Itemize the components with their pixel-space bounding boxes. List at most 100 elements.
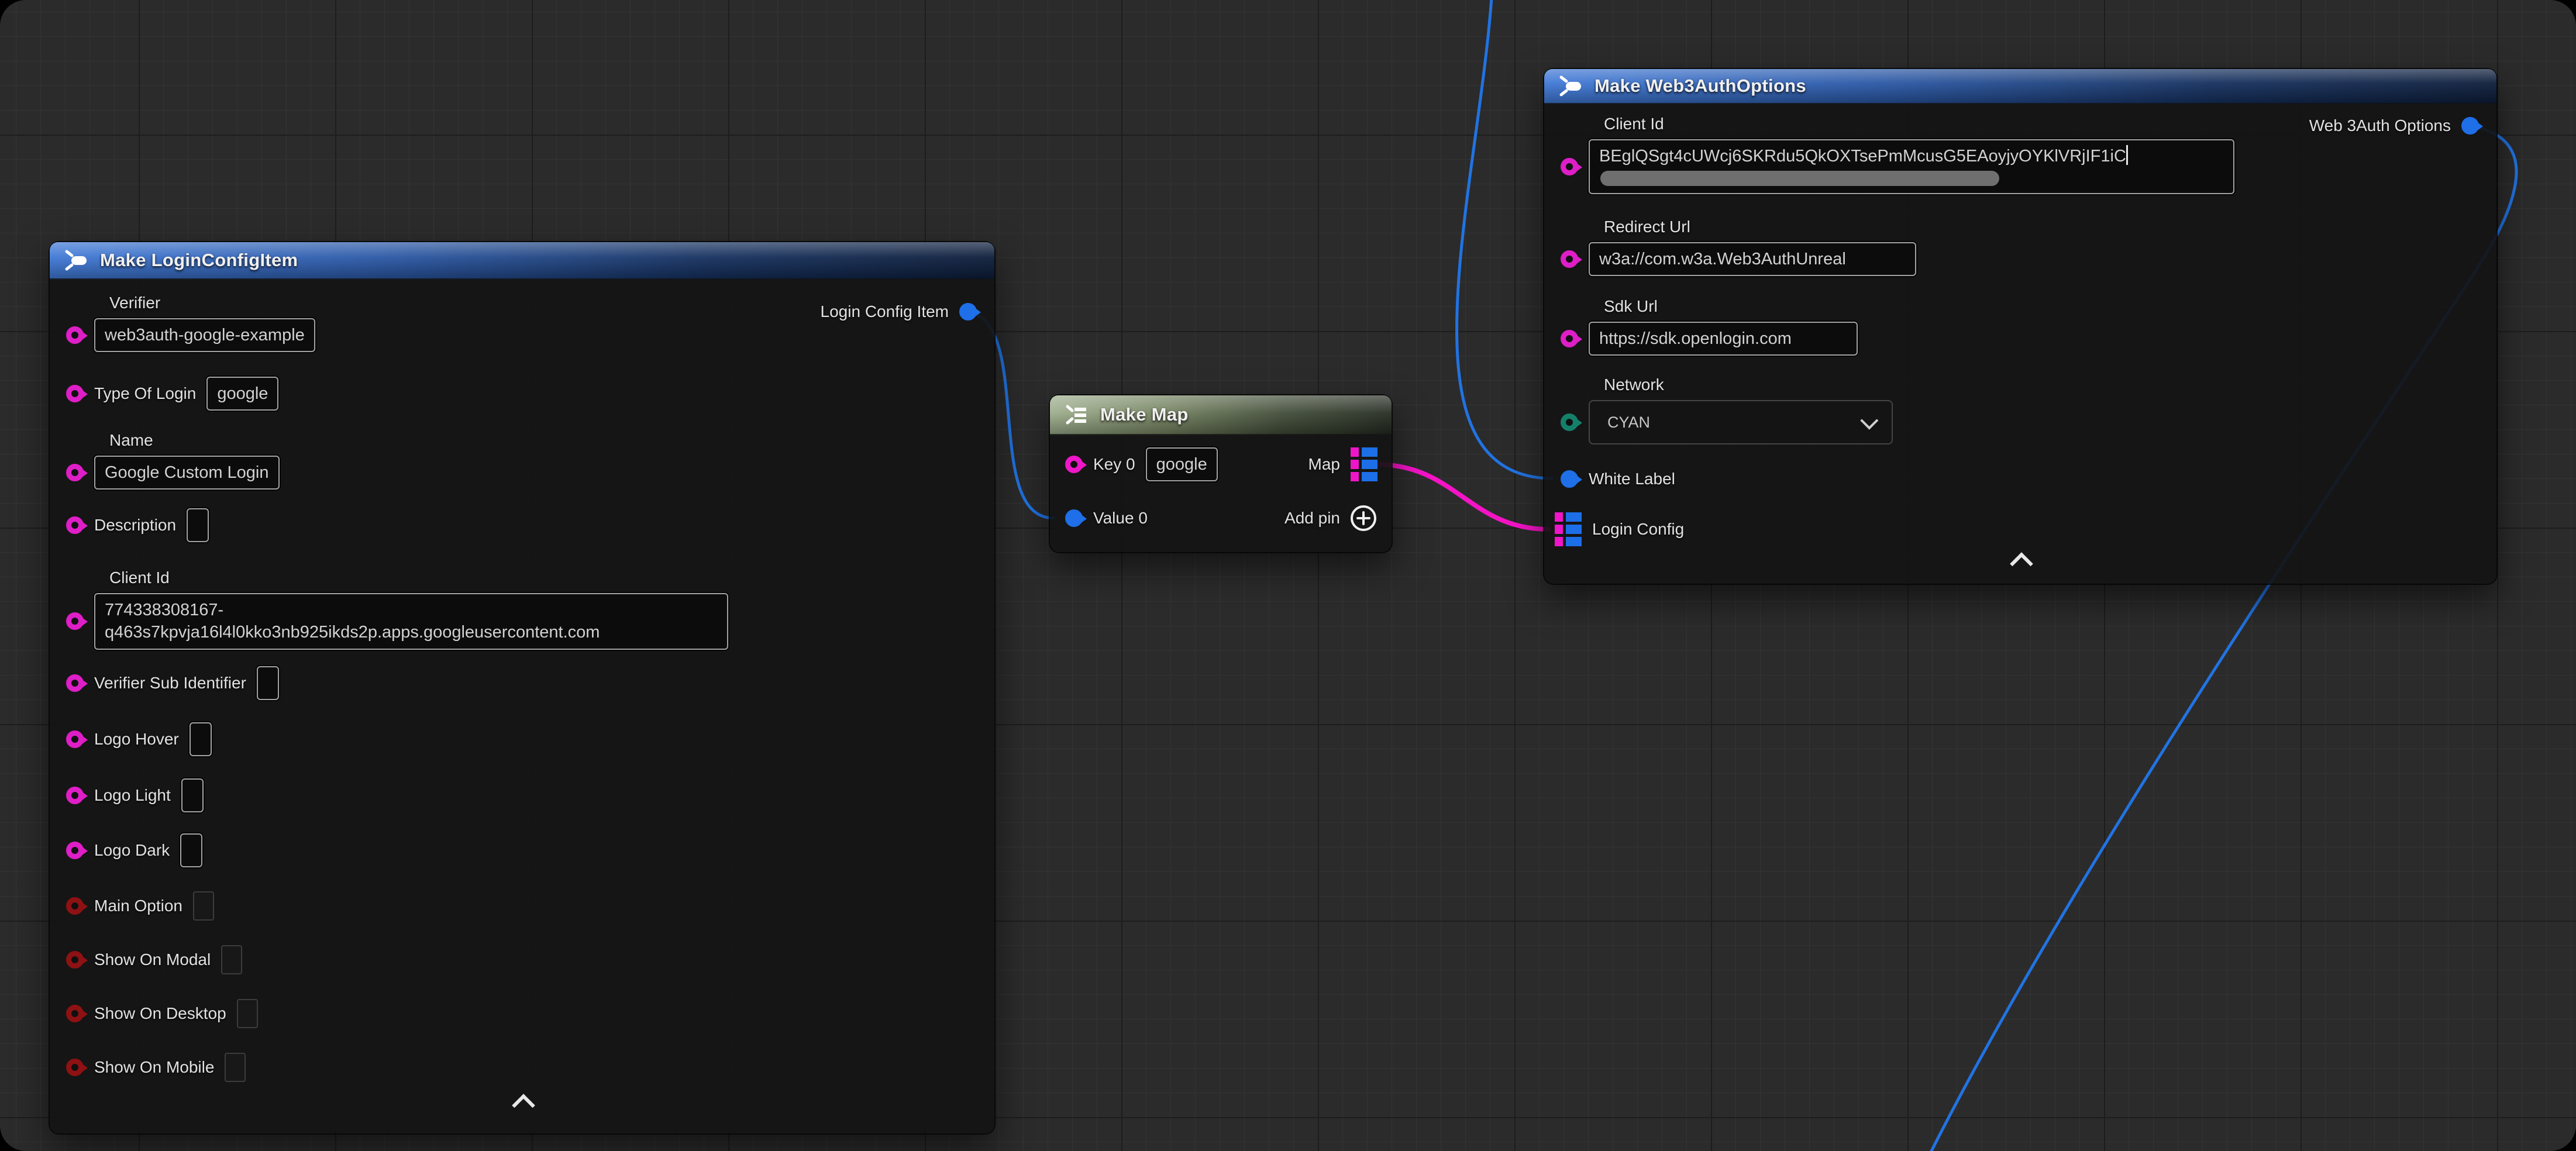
field-horizontal-scrollbar[interactable] xyxy=(1600,171,1999,186)
client-id-input[interactable]: 774338308167- q463s7kpvja16l4l0kko3nb925… xyxy=(94,593,728,650)
pin-label: Login Config xyxy=(1592,520,1684,539)
screenshot-stage: Make LoginConfigItem Login Config Item V… xyxy=(0,0,2576,1151)
client-id-line1: 774338308167- xyxy=(105,601,223,619)
pin-row-type-of-login: Type Of Login google xyxy=(66,377,278,411)
node-make-loginconfigitem[interactable]: Make LoginConfigItem Login Config Item V… xyxy=(50,242,994,1133)
struct-output-pin[interactable] xyxy=(959,303,977,321)
client-id-input[interactable]: BEglQSgt4cUWcj6SKRdu5QkOXTsePmMcusG5EAoy… xyxy=(1589,139,2234,194)
sdk-url-input[interactable]: https://sdk.openlogin.com xyxy=(1589,322,1858,356)
string-input-pin[interactable] xyxy=(66,730,84,748)
description-input[interactable] xyxy=(187,508,209,542)
map-output-pin[interactable] xyxy=(1351,447,1377,481)
string-input-pin[interactable] xyxy=(66,464,84,481)
logo-dark-input[interactable] xyxy=(180,833,202,867)
map-input-pin[interactable] xyxy=(1555,512,1582,546)
make-map-icon xyxy=(1063,401,1090,428)
string-input-pin[interactable] xyxy=(66,385,84,402)
pin-row-sdk-url: Sdk Url https://sdk.openlogin.com xyxy=(1561,297,1858,356)
pin-label: Web 3Auth Options xyxy=(2309,116,2451,135)
pin-row-show-on-mobile: Show On Mobile xyxy=(66,1052,246,1083)
wire-offscreen-to-white-label[interactable] xyxy=(1457,0,1552,478)
enum-input-pin[interactable] xyxy=(1561,413,1578,431)
struct-input-pin[interactable] xyxy=(1065,509,1083,527)
verifier-input[interactable]: web3auth-google-example xyxy=(94,318,315,352)
pin-label: Key 0 xyxy=(1093,455,1135,474)
add-pin-button[interactable]: Add pin xyxy=(1284,501,1377,535)
pin-label: Network xyxy=(1604,375,1893,394)
blueprint-graph-canvas[interactable]: Make LoginConfigItem Login Config Item V… xyxy=(0,0,2576,1151)
pin-row-verifier: Verifier web3auth-google-example xyxy=(66,294,315,352)
string-input-pin[interactable] xyxy=(1561,250,1578,268)
pin-row-main-option: Main Option xyxy=(66,891,214,921)
client-id-text: BEglQSgt4cUWcj6SKRdu5QkOXTsePmMcusG5EAoy… xyxy=(1599,147,2126,166)
pin-label: White Label xyxy=(1589,470,1675,488)
collapse-node-chevron-icon[interactable] xyxy=(512,1094,535,1117)
string-input-pin[interactable] xyxy=(66,674,84,692)
pin-label: Type Of Login xyxy=(94,384,196,403)
pin-row-show-on-modal: Show On Modal xyxy=(66,945,242,975)
add-pin-plus-icon xyxy=(1349,504,1377,532)
pin-label: Login Config Item xyxy=(821,302,949,321)
string-input-pin[interactable] xyxy=(66,787,84,804)
show-on-mobile-checkbox[interactable] xyxy=(225,1053,246,1082)
name-input[interactable]: Google Custom Login xyxy=(94,456,280,490)
pin-label: Redirect Url xyxy=(1604,218,1916,236)
pin-row-white-label: White Label xyxy=(1561,464,1675,494)
pin-row-network: Network CYAN xyxy=(1561,375,1893,444)
key0-input[interactable]: google xyxy=(1146,447,1218,481)
pin-row-client-id: Client Id 774338308167- q463s7kpvja16l4l… xyxy=(66,568,728,650)
collapse-node-chevron-icon[interactable] xyxy=(2010,552,2033,576)
type-of-login-input[interactable]: google xyxy=(206,377,278,411)
show-on-desktop-checkbox[interactable] xyxy=(237,999,258,1028)
redirect-url-input[interactable]: w3a://com.w3a.Web3AuthUnreal xyxy=(1589,242,1916,276)
string-input-pin[interactable] xyxy=(1561,330,1578,347)
logo-light-input[interactable] xyxy=(181,778,204,812)
make-struct-icon xyxy=(63,247,89,274)
verifier-sub-identifier-input[interactable] xyxy=(257,666,279,700)
bool-input-pin[interactable] xyxy=(66,1059,84,1076)
node-header[interactable]: Make LoginConfigItem xyxy=(50,242,994,280)
string-input-pin[interactable] xyxy=(66,516,84,534)
pin-label: Logo Dark xyxy=(94,841,170,860)
string-input-pin[interactable] xyxy=(1065,456,1083,473)
pin-row-logo-hover: Logo Hover xyxy=(66,722,212,756)
chevron-down-icon xyxy=(1860,412,1878,430)
pin-row-show-on-desktop: Show On Desktop xyxy=(66,998,258,1029)
pin-label: Logo Light xyxy=(94,786,171,805)
node-header[interactable]: Make Map xyxy=(1050,395,1392,435)
show-on-modal-checkbox[interactable] xyxy=(221,945,242,974)
string-input-pin[interactable] xyxy=(1561,158,1578,175)
pin-label: Verifier Sub Identifier xyxy=(94,674,246,692)
network-select[interactable]: CYAN xyxy=(1589,400,1893,444)
main-option-checkbox[interactable] xyxy=(193,891,214,921)
string-input-pin[interactable] xyxy=(66,842,84,859)
node-make-web3authoptions[interactable]: Make Web3AuthOptions Web 3Auth Options C… xyxy=(1544,69,2496,584)
pin-row-map-out: Map xyxy=(1308,447,1377,481)
string-input-pin[interactable] xyxy=(66,612,84,630)
pin-row-client-id: Client Id BEglQSgt4cUWcj6SKRdu5QkOXTsePm… xyxy=(1561,115,2234,194)
pin-label: Show On Modal xyxy=(94,950,211,969)
pin-label: Client Id xyxy=(1604,115,2234,133)
string-input-pin[interactable] xyxy=(66,326,84,344)
bool-input-pin[interactable] xyxy=(66,897,84,915)
node-title: Make LoginConfigItem xyxy=(100,250,298,271)
pin-row-description: Description xyxy=(66,508,209,542)
bool-input-pin[interactable] xyxy=(66,951,84,969)
pin-label: Map xyxy=(1308,455,1340,474)
bool-input-pin[interactable] xyxy=(66,1005,84,1022)
logo-hover-input[interactable] xyxy=(190,722,212,756)
struct-input-pin[interactable] xyxy=(1561,470,1578,488)
pin-label: Show On Desktop xyxy=(94,1004,226,1023)
node-header[interactable]: Make Web3AuthOptions xyxy=(1544,69,2496,104)
node-title: Make Web3AuthOptions xyxy=(1594,75,1806,97)
pin-label: Sdk Url xyxy=(1604,297,1858,316)
pin-row-value0: Value 0 xyxy=(1065,501,1148,535)
pin-label: Main Option xyxy=(94,897,182,915)
struct-output-pin[interactable] xyxy=(2461,117,2479,135)
make-struct-icon xyxy=(1557,73,1584,99)
node-make-map[interactable]: Make Map Key 0 google Map Value 0 Add xyxy=(1050,395,1392,552)
pin-row-name: Name Google Custom Login xyxy=(66,431,280,490)
network-selected-value: CYAN xyxy=(1607,413,1650,432)
text-cursor xyxy=(2126,145,2128,165)
pin-row-key0: Key 0 google xyxy=(1065,447,1218,481)
